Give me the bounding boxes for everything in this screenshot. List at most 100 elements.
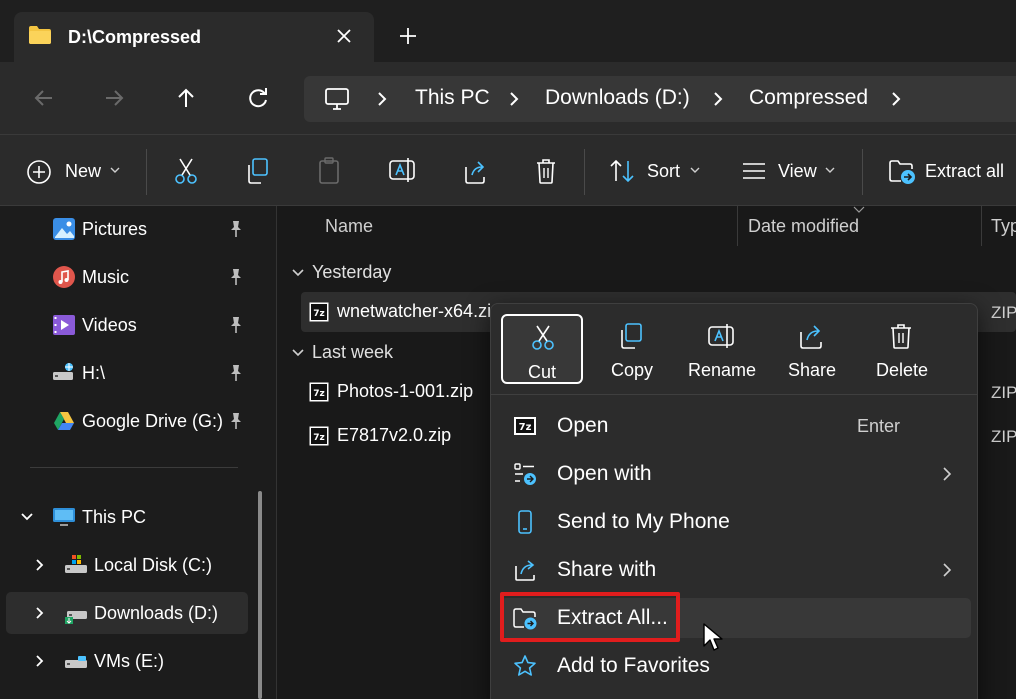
breadcrumb-downloads[interactable]: Downloads (D:) xyxy=(545,86,690,110)
local-disk-icon xyxy=(64,553,88,577)
plus-circle-icon xyxy=(26,159,52,185)
pin-icon[interactable] xyxy=(228,220,244,238)
menu-item-open-with[interactable]: Open with xyxy=(501,454,971,494)
sidebar-item-label: Downloads (D:) xyxy=(94,603,219,623)
column-header-name[interactable]: Name xyxy=(325,216,373,237)
sidebar-item-vms-e[interactable]: VMs (E:) xyxy=(6,640,248,682)
copy-icon xyxy=(617,322,645,350)
chevron-right-icon xyxy=(941,466,953,482)
share-icon[interactable] xyxy=(462,153,488,189)
delete-icon[interactable] xyxy=(533,153,559,189)
file-name: E7817v2.0.zip xyxy=(337,425,452,445)
menu-item-share-with[interactable]: Share with xyxy=(501,550,971,590)
pin-icon[interactable] xyxy=(228,412,244,430)
paste-icon[interactable] xyxy=(316,153,342,189)
menu-item-label: Send to My Phone xyxy=(557,510,730,533)
sidebar-item-local-disk-c[interactable]: Local Disk (C:) xyxy=(6,544,248,586)
sort-button[interactable]: Sort xyxy=(608,153,708,189)
cut-button[interactable]: Cut xyxy=(501,314,583,384)
chevron-down-icon xyxy=(825,166,835,174)
star-icon xyxy=(513,654,537,678)
delete-label: Delete xyxy=(875,360,929,380)
chevron-down-icon[interactable] xyxy=(20,511,34,523)
column-separator[interactable] xyxy=(981,206,982,246)
extract-all-label: Extract all xyxy=(925,161,1005,181)
new-button[interactable]: New xyxy=(26,153,126,189)
extract-all-button[interactable]: Extract all xyxy=(886,153,1016,189)
sidebar-item-downloads-d[interactable]: Downloads (D:) xyxy=(6,592,248,634)
chevron-down-icon[interactable] xyxy=(291,346,305,360)
chevron-right-icon[interactable] xyxy=(506,90,522,108)
delete-button[interactable]: Delete xyxy=(861,314,943,384)
breadcrumb-compressed[interactable]: Compressed xyxy=(749,86,868,110)
new-label: New xyxy=(65,161,102,181)
menu-item-add-to-favorites[interactable]: Add to Favorites xyxy=(501,646,971,686)
file-name: wnetwatcher-x64.zip xyxy=(337,301,502,321)
sidebar-item-label: H:\ xyxy=(82,363,106,383)
sidebar-item-label: Videos xyxy=(82,315,137,335)
chevron-right-icon[interactable] xyxy=(34,654,46,668)
group-header-last-week[interactable]: Last week xyxy=(312,342,393,363)
refresh-icon[interactable] xyxy=(242,82,274,114)
menu-item-extract-all[interactable]: Extract All... xyxy=(501,598,971,638)
chevron-down-icon[interactable] xyxy=(291,266,305,280)
sidebar-item-google-drive[interactable]: Google Drive (G:) xyxy=(6,400,248,442)
pin-icon[interactable] xyxy=(228,268,244,286)
menu-separator xyxy=(491,394,977,395)
chevron-right-icon[interactable] xyxy=(710,90,726,108)
chevron-right-icon[interactable] xyxy=(34,558,46,572)
sidebar-item-music[interactable]: Music xyxy=(6,256,248,298)
sidebar-item-videos[interactable]: Videos xyxy=(6,304,248,346)
cut-icon[interactable] xyxy=(173,153,199,189)
view-list-icon xyxy=(741,159,767,183)
network-drive-icon xyxy=(52,361,76,385)
7zip-icon: 7z xyxy=(309,302,329,322)
window-tab[interactable]: D:\Compressed xyxy=(14,12,374,62)
copy-icon[interactable] xyxy=(245,153,271,189)
sidebar-item-h-drive[interactable]: H:\ xyxy=(6,352,248,394)
pictures-icon xyxy=(52,217,76,241)
share-with-icon xyxy=(513,558,537,582)
toolbar-separator xyxy=(584,149,585,195)
new-tab-icon[interactable] xyxy=(394,22,422,50)
column-separator[interactable] xyxy=(737,206,738,246)
nav-scrollbar[interactable] xyxy=(258,491,262,699)
rename-icon[interactable] xyxy=(388,153,416,189)
menu-item-label: Share with xyxy=(557,558,657,581)
group-header-yesterday[interactable]: Yesterday xyxy=(312,262,391,283)
chevron-right-icon[interactable] xyxy=(374,90,390,108)
up-arrow-icon[interactable] xyxy=(170,82,202,114)
drive-icon xyxy=(64,601,88,625)
pin-icon[interactable] xyxy=(228,364,244,382)
menu-item-send-to-phone[interactable]: Send to My Phone xyxy=(501,502,971,542)
copy-label: Copy xyxy=(610,360,654,380)
file-type: ZIP xyxy=(991,303,1016,322)
share-button[interactable]: Share xyxy=(771,314,853,384)
forward-arrow-icon[interactable] xyxy=(98,82,130,114)
address-row: This PC Downloads (D:) Compressed xyxy=(0,62,1016,134)
rename-label: Rename xyxy=(687,360,757,380)
videos-icon xyxy=(52,313,76,337)
view-label: View xyxy=(778,161,817,181)
rename-button[interactable]: Rename xyxy=(681,314,763,384)
breadcrumb-this-pc[interactable]: This PC xyxy=(415,86,490,110)
menu-item-open[interactable]: 7z Open Enter xyxy=(501,406,971,446)
chevron-right-icon xyxy=(941,562,953,578)
chevron-right-icon[interactable] xyxy=(34,606,46,620)
computer-icon xyxy=(324,86,350,112)
title-bar: D:\Compressed xyxy=(0,0,1016,62)
file-name: Photos-1-001.zip xyxy=(337,381,474,401)
close-tab-icon[interactable] xyxy=(330,22,358,50)
back-arrow-icon[interactable] xyxy=(28,82,60,114)
chevron-right-icon[interactable] xyxy=(888,90,904,108)
music-icon xyxy=(52,265,76,289)
breadcrumb[interactable]: This PC Downloads (D:) Compressed xyxy=(304,76,1016,122)
sidebar-item-pictures[interactable]: Pictures xyxy=(6,208,248,250)
column-header-date-modified[interactable]: Date modified xyxy=(748,216,859,237)
sidebar-item-this-pc[interactable]: This PC xyxy=(6,496,248,538)
svg-text:7z: 7z xyxy=(313,389,325,399)
copy-button[interactable]: Copy xyxy=(591,314,673,384)
view-button[interactable]: View xyxy=(741,153,841,189)
column-header-type[interactable]: Typ xyxy=(991,216,1016,237)
pin-icon[interactable] xyxy=(228,316,244,334)
